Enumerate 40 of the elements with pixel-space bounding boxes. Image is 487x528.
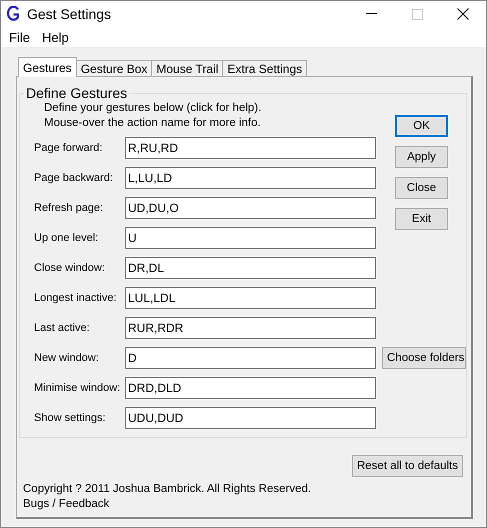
gesture-label: Minimise window: — [34, 382, 120, 394]
gesture-label: Page backward: — [34, 172, 113, 184]
tab[interactable]: Gestures — [18, 57, 77, 77]
dialog-button[interactable]: Close — [395, 177, 448, 199]
gesture-label: Refresh page: — [34, 202, 104, 214]
dialog-button[interactable]: Exit — [395, 208, 448, 230]
choose-folders-button[interactable]: Choose folders — [382, 347, 466, 369]
gesture-input[interactable]: R,RU,RD — [125, 137, 376, 159]
menu-item[interactable]: Help — [36, 30, 75, 44]
gesture-input[interactable]: L,LU,LD — [125, 167, 376, 189]
instruction-text: Mouse-over the action name for more info. — [44, 116, 262, 131]
maximize-icon — [412, 8, 422, 20]
gesture-input[interactable]: UDU,DUD — [125, 407, 376, 429]
gesture-input[interactable]: LUL,LDL — [125, 287, 376, 309]
gesture-label: Up one level: — [34, 232, 98, 244]
copyright-text: Copyright ? 2011 Joshua Bambrick. All Rights Reserved. — [23, 483, 312, 495]
gesture-input[interactable]: DR,DL — [125, 257, 376, 279]
instruction-text: Define your gestures below (click for help). — [44, 101, 262, 116]
group-title: Define Gestures — [25, 85, 128, 101]
gesture-input[interactable]: DRD,DLD — [125, 377, 376, 399]
menu-item[interactable]: File — [3, 30, 36, 44]
minimize-icon — [366, 13, 376, 15]
reset-button[interactable]: Reset all to defaults — [352, 455, 463, 477]
dialog-button[interactable]: Apply — [395, 146, 448, 168]
gesture-label: Longest inactive: — [34, 292, 117, 304]
gesture-label: Last active: — [34, 322, 90, 334]
gesture-label: Page forward: — [34, 142, 102, 154]
gesture-input[interactable]: U — [125, 227, 376, 249]
gesture-label: Show settings: — [34, 412, 106, 424]
tab[interactable]: Extra Settings — [222, 60, 308, 77]
window-title: Gest Settings — [27, 6, 112, 22]
app-logo-icon — [7, 6, 19, 22]
feedback-link[interactable]: Bugs / Feedback — [23, 498, 463, 510]
gesture-input[interactable]: D — [125, 347, 376, 369]
dialog-button[interactable]: OK — [395, 115, 448, 137]
gesture-label: Close window: — [34, 262, 105, 274]
close-icon — [457, 8, 469, 20]
gesture-input[interactable]: UD,DU,O — [125, 197, 376, 219]
gesture-input[interactable]: RUR,RDR — [125, 317, 376, 339]
gesture-label: New window: — [34, 352, 99, 364]
